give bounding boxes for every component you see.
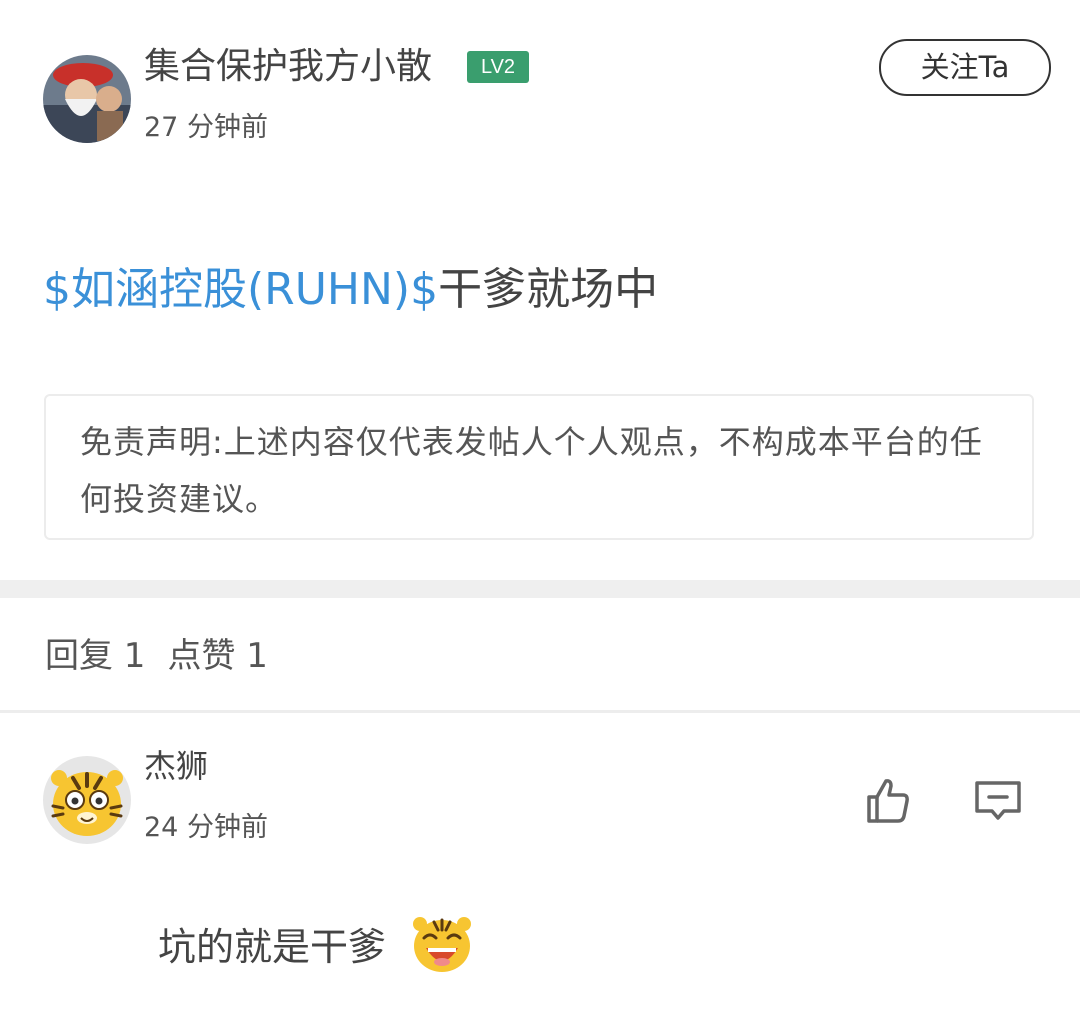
follow-button[interactable]: 关注Ta: [879, 39, 1051, 96]
user-avatar-photo-icon: [43, 55, 131, 143]
author-avatar[interactable]: [43, 55, 131, 143]
reply-time: 24 分钟前: [144, 812, 268, 843]
reply-text: 坑的就是干爹: [158, 925, 387, 969]
comment-icon[interactable]: [972, 775, 1024, 827]
reply-author-avatar[interactable]: [43, 756, 131, 844]
post-stats: 回复 1 点赞 1: [45, 628, 290, 684]
level-badge: LV2: [467, 51, 529, 83]
reply-content: 坑的就是干爹: [158, 910, 474, 978]
laughing-tiger-emoji-icon: [413, 917, 472, 972]
post-text: 干爹就场中: [438, 264, 659, 315]
like-count[interactable]: 点赞 1: [167, 636, 267, 676]
post-time: 27 分钟前: [144, 112, 268, 143]
stock-tag-link[interactable]: $如涵控股(RUHN)$: [43, 264, 438, 315]
tiger-avatar-icon: [43, 756, 131, 844]
stats-divider: [0, 710, 1080, 713]
author-name[interactable]: 集合保护我方小散: [144, 42, 432, 92]
reply-count[interactable]: 回复 1: [45, 636, 145, 676]
thumbs-up-icon[interactable]: [862, 775, 914, 827]
reply-author-name[interactable]: 杰狮: [144, 742, 208, 790]
disclaimer-box: 免责声明:上述内容仅代表发帖人个人观点，不构成本平台的任何投资建议。: [44, 394, 1034, 540]
section-divider: [0, 580, 1080, 598]
post-content: $如涵控股(RUHN)$干爹就场中: [43, 258, 658, 322]
